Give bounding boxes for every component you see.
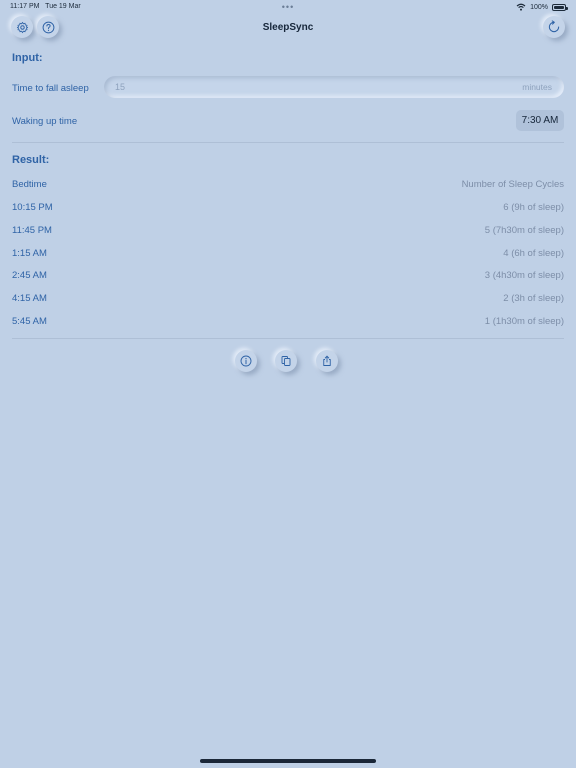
app-title: SleepSync: [262, 22, 314, 33]
wake-time-label: Waking up time: [12, 116, 78, 127]
result-cycles: 2 (3h of sleep): [503, 293, 564, 304]
result-section-title: Result:: [12, 154, 50, 166]
result-bedtime: 4:15 AM: [12, 293, 47, 304]
result-bedtime: 11:45 PM: [12, 225, 52, 236]
result-cycles: 5 (7h30m of sleep): [484, 225, 564, 236]
bedtime-column-header: Bedtime: [12, 179, 47, 190]
wifi-icon: [516, 3, 526, 11]
fall-asleep-unit: minutes: [522, 82, 552, 92]
fall-asleep-value: 15: [115, 82, 126, 92]
share-icon: [323, 355, 331, 366]
fall-asleep-input[interactable]: 15 minutes: [104, 76, 564, 98]
refresh-icon: [548, 20, 560, 33]
divider-bottom: [12, 338, 564, 339]
copy-icon: [281, 356, 291, 366]
home-indicator[interactable]: [200, 759, 376, 763]
cycles-column-header: Number of Sleep Cycles: [461, 179, 564, 190]
battery-icon: [552, 3, 568, 11]
info-button[interactable]: [235, 350, 257, 372]
share-button[interactable]: [316, 350, 338, 372]
wake-time-picker[interactable]: 7:30 AM: [516, 110, 564, 131]
result-bedtime: 10:15 PM: [12, 202, 53, 213]
copy-button[interactable]: [275, 350, 297, 372]
status-indicators: 100%: [516, 3, 568, 11]
result-cycles: 4 (6h of sleep): [503, 248, 564, 259]
result-bedtime: 1:15 AM: [12, 248, 47, 259]
result-bedtime: 2:45 AM: [12, 270, 47, 281]
battery-percent: 100%: [530, 3, 548, 11]
multitasking-dots[interactable]: •••: [0, 2, 576, 12]
divider-top: [12, 142, 564, 143]
result-cycles: 3 (4h30m of sleep): [484, 270, 564, 281]
input-section-title: Input:: [12, 52, 43, 64]
result-bedtime: 5:45 AM: [12, 316, 47, 327]
reset-button[interactable]: [543, 16, 565, 38]
result-cycles: 1 (1h30m of sleep): [484, 316, 564, 327]
fall-asleep-label: Time to fall asleep: [12, 83, 89, 94]
info-icon: [240, 355, 252, 367]
result-cycles: 6 (9h of sleep): [503, 202, 564, 213]
